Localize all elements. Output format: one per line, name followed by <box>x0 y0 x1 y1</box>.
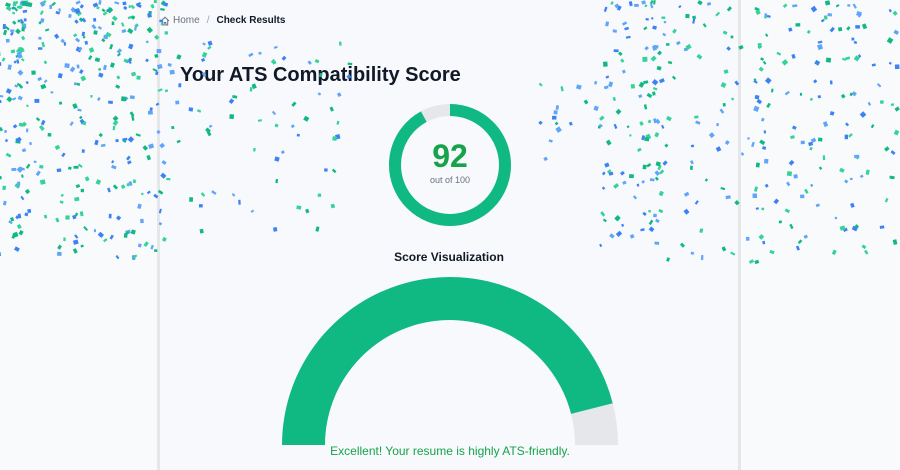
left-panel <box>0 0 160 470</box>
breadcrumb: Home / Check Results <box>160 15 285 26</box>
score-value: 92 <box>432 138 468 174</box>
page-title: Your ATS Compatibility Score <box>180 64 461 86</box>
breadcrumb-separator: / <box>206 15 210 26</box>
right-panel <box>738 0 900 470</box>
score-max-label: out of 100 <box>429 175 471 185</box>
score-status-message: Excellent! Your resume is highly ATS-fri… <box>330 444 570 458</box>
breadcrumb-current: Check Results <box>216 15 286 26</box>
breadcrumb-home-link[interactable]: Home <box>160 15 200 26</box>
score-gauge <box>282 276 618 445</box>
visualization-title: Score Visualization <box>394 250 504 264</box>
gauge-fill <box>282 276 613 445</box>
home-icon <box>160 16 170 25</box>
breadcrumb-home-label: Home <box>173 15 200 26</box>
